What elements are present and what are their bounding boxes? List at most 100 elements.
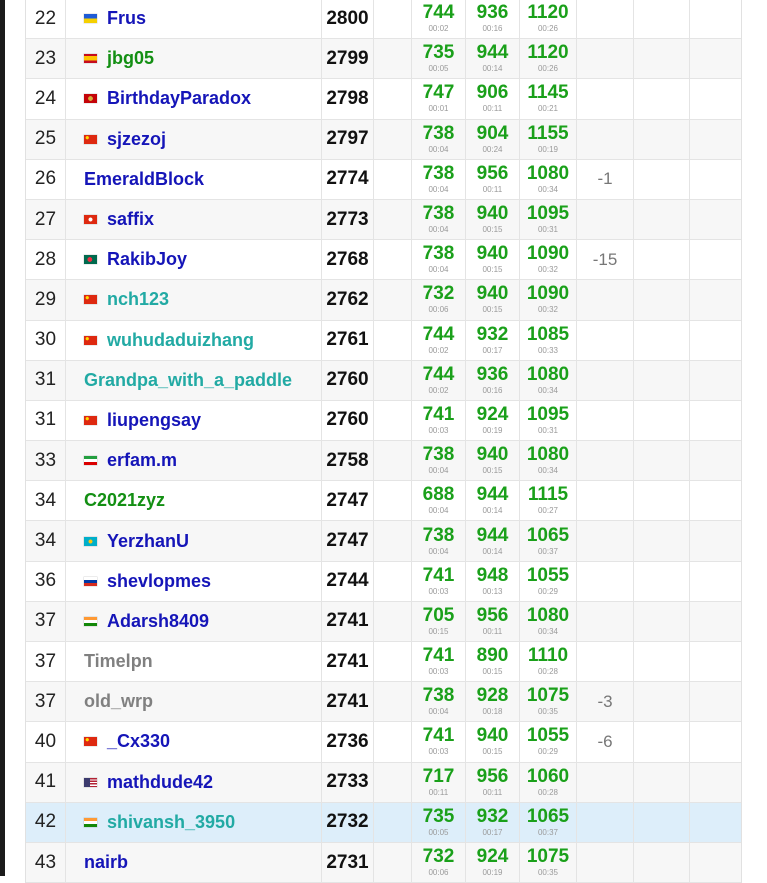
problem-cell[interactable]: 738 00:04	[412, 159, 466, 199]
problem-cell[interactable]: 717 00:11	[412, 762, 466, 802]
participant-handle-link[interactable]: liupengsay	[107, 410, 201, 431]
hacks-cell	[577, 39, 634, 79]
participant-handle-link[interactable]: Timelpn	[84, 651, 153, 672]
problem-cell[interactable]: 924 00:19	[466, 842, 520, 883]
problem-cell[interactable]: 741 00:03	[412, 561, 466, 601]
problem-cell[interactable]: 940 00:15	[466, 280, 520, 320]
problem-cell[interactable]: 1065 00:37	[520, 802, 577, 842]
standings-row: 34 YerzhanU 2747 738 00:04 944 00:14 1065 00:37	[26, 521, 741, 562]
problem-cell[interactable]: 732 00:06	[412, 280, 466, 320]
problem-cell[interactable]: 1080 00:34	[520, 159, 577, 199]
participant-handle-link[interactable]: _Cx330	[107, 731, 170, 752]
problem-cell[interactable]: 738 00:04	[412, 119, 466, 159]
participant-handle-link[interactable]: EmeraldBlock	[84, 169, 204, 190]
problem-cell[interactable]: 904 00:24	[466, 119, 520, 159]
problem-cell[interactable]: 948 00:13	[466, 561, 520, 601]
problem-cell[interactable]: 741 00:03	[412, 722, 466, 762]
problem-cell[interactable]: 1145 00:21	[520, 79, 577, 119]
problem-cell[interactable]: 1110 00:28	[520, 642, 577, 682]
problem-cell[interactable]: 890 00:15	[466, 642, 520, 682]
problem-cell[interactable]: 1055 00:29	[520, 561, 577, 601]
problem-cell[interactable]: 688 00:04	[412, 481, 466, 521]
problem-points: 738	[422, 203, 455, 225]
participant-handle-link[interactable]: saffix	[107, 209, 154, 230]
problem-cell[interactable]: 944 00:14	[466, 481, 520, 521]
problem-cell[interactable]: 1155 00:19	[520, 119, 577, 159]
participant-handle-link[interactable]: Adarsh8409	[107, 611, 209, 632]
participant-handle-link[interactable]: jbg05	[107, 48, 154, 69]
problem-cell[interactable]: 956 00:11	[466, 601, 520, 641]
problem-cell[interactable]: 744 00:02	[412, 320, 466, 360]
problem-cell[interactable]: 928 00:18	[466, 682, 520, 722]
problem-cell[interactable]: 940 00:15	[466, 240, 520, 280]
problem-cell[interactable]: 1065 00:37	[520, 521, 577, 561]
problem-cell[interactable]: 1090 00:32	[520, 280, 577, 320]
problem-cell[interactable]: 741 00:03	[412, 642, 466, 682]
problem-cell[interactable]: 956 00:11	[466, 762, 520, 802]
problem-cell[interactable]: 1120 00:26	[520, 39, 577, 79]
problem-cell[interactable]: 738 00:04	[412, 199, 466, 240]
problem-cell[interactable]: 956 00:11	[466, 159, 520, 199]
participant-handle-link[interactable]: sjzezoj	[107, 129, 166, 150]
empty-problem-cell	[634, 360, 690, 400]
problem-cell[interactable]: 924 00:19	[466, 400, 520, 441]
problem-cell[interactable]: 705 00:15	[412, 601, 466, 641]
problem-cell[interactable]: 1080 00:34	[520, 601, 577, 641]
problem-cell[interactable]: 932 00:17	[466, 802, 520, 842]
problem-cell[interactable]: 738 00:04	[412, 441, 466, 481]
participant-handle-link[interactable]: Frus	[107, 8, 146, 29]
participant-handle-link[interactable]: BirthdayParadox	[107, 88, 251, 109]
participant-handle-link[interactable]: YerzhanU	[107, 531, 189, 552]
problem-cell[interactable]: 735 00:05	[412, 802, 466, 842]
participant-handle-link[interactable]: nairb	[84, 852, 128, 873]
problem-cell[interactable]: 732 00:06	[412, 842, 466, 883]
problem-cell[interactable]: 744 00:02	[412, 360, 466, 400]
problem-cell[interactable]: 738 00:04	[412, 240, 466, 280]
problem-cell[interactable]: 747 00:01	[412, 79, 466, 119]
problem-cell[interactable]: 1060 00:28	[520, 762, 577, 802]
problem-cell[interactable]: 940 00:15	[466, 722, 520, 762]
problem-cell[interactable]: 932 00:17	[466, 320, 520, 360]
problem-cell[interactable]: 940 00:15	[466, 441, 520, 481]
problem-time: 00:15	[482, 466, 503, 476]
hacks-cell	[577, 280, 634, 320]
participant-handle-link[interactable]: mathdude42	[107, 772, 213, 793]
participant-handle-link[interactable]: nch123	[107, 289, 169, 310]
problem-cell[interactable]: 744 00:02	[412, 0, 466, 39]
problem-cell[interactable]: 1080 00:34	[520, 441, 577, 481]
problem-cell[interactable]: 936 00:16	[466, 360, 520, 400]
problem-cell[interactable]: 906 00:11	[466, 79, 520, 119]
problem-time: 00:04	[428, 144, 449, 154]
problem-cell[interactable]: 940 00:15	[466, 199, 520, 240]
problem-cell[interactable]: 1095 00:31	[520, 199, 577, 240]
participant-handle-link[interactable]: erfam.m	[107, 450, 177, 471]
participant-handle-link[interactable]: shevlopmes	[107, 571, 211, 592]
problem-cell[interactable]: 738 00:04	[412, 682, 466, 722]
problem-cell[interactable]: 1115 00:27	[520, 481, 577, 521]
problem-cell[interactable]: 944 00:14	[466, 521, 520, 561]
problem-cell[interactable]: 1120 00:26	[520, 0, 577, 39]
problem-cell[interactable]: 741 00:03	[412, 400, 466, 441]
problem-cell[interactable]: 1095 00:31	[520, 400, 577, 441]
participant-handle-link[interactable]: C2021zyz	[84, 490, 165, 511]
problem-cell[interactable]: 735 00:05	[412, 39, 466, 79]
standings-row: 29 nch123 2762 732 00:06 940 00:15 1090 00:32	[26, 280, 741, 321]
problem-cell[interactable]: 1090 00:32	[520, 240, 577, 280]
participant-handle-link[interactable]: Grandpa_with_a_paddle	[84, 370, 292, 391]
participant-handle-link[interactable]: old_wrp	[84, 691, 153, 712]
problem-points: 944	[476, 524, 509, 546]
party-cell: _Cx330	[66, 722, 322, 762]
problem-cell[interactable]: 1080 00:34	[520, 360, 577, 400]
problem-cell[interactable]: 1075 00:35	[520, 842, 577, 883]
participant-handle-link[interactable]: shivansh_3950	[107, 812, 235, 833]
problem-cell[interactable]: 936 00:16	[466, 0, 520, 39]
participant-handle-link[interactable]: wuhudaduizhang	[107, 330, 254, 351]
problem-cell[interactable]: 1085 00:33	[520, 320, 577, 360]
problem-cell[interactable]: 1055 00:29	[520, 722, 577, 762]
empty-problem-cell	[690, 682, 741, 721]
problem-cell[interactable]: 1075 00:35	[520, 682, 577, 722]
participant-handle-link[interactable]: RakibJoy	[107, 249, 187, 270]
empty-problem-cell	[690, 79, 741, 118]
problem-cell[interactable]: 738 00:04	[412, 521, 466, 561]
problem-cell[interactable]: 944 00:14	[466, 39, 520, 79]
